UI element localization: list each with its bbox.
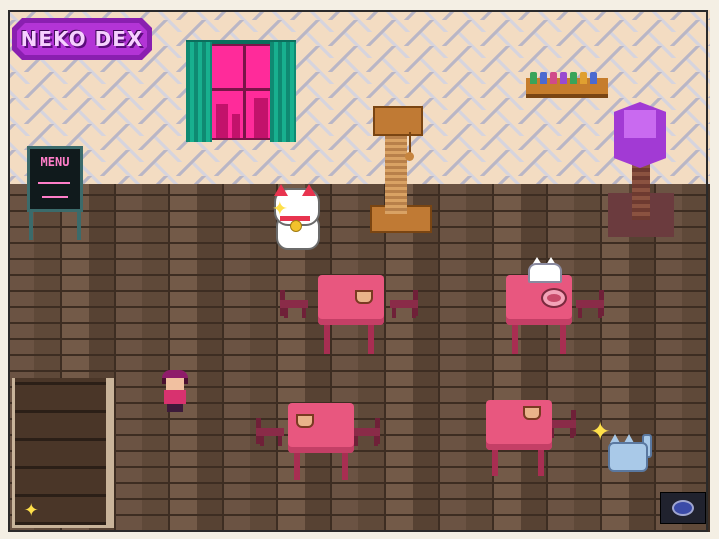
white-cat-body	[528, 263, 562, 283]
blue-cat[interactable]	[604, 428, 652, 472]
scratching-post[interactable]	[385, 132, 407, 214]
menu-board-leg	[77, 210, 81, 240]
chair	[280, 290, 308, 318]
menu-board-leg	[29, 210, 33, 240]
neko-dex-label: NEKO DEX	[20, 27, 144, 51]
neko-dex-button[interactable]: NEKO DEX	[12, 18, 152, 60]
player-legs	[167, 404, 183, 412]
chair-seat	[280, 300, 308, 308]
table[interactable]	[486, 400, 552, 450]
table[interactable]	[288, 403, 354, 453]
menu-board[interactable]: MENU	[27, 146, 83, 212]
chair-seat	[576, 300, 604, 308]
chair-leg	[578, 308, 582, 318]
chair	[548, 410, 576, 438]
sparkle-icon: ✦	[24, 494, 39, 522]
chair-leg	[598, 308, 602, 318]
bottle-icon	[530, 72, 537, 84]
bottle-icon	[580, 72, 587, 84]
chair	[256, 418, 284, 446]
window-bar	[243, 46, 246, 138]
city-building	[232, 114, 240, 138]
chair-seat	[548, 420, 576, 428]
cat-tower-pole	[632, 160, 650, 220]
chair-leg	[570, 428, 574, 438]
chair-leg	[392, 308, 396, 318]
chair-seat	[352, 428, 380, 436]
lucky-cat-ear	[302, 184, 316, 196]
bottle-icon	[540, 72, 547, 84]
chair-leg	[354, 436, 358, 446]
cat-tower-cube-face	[624, 110, 656, 138]
chair-seat	[390, 300, 418, 308]
chair-leg	[302, 308, 306, 318]
donut-icon[interactable]	[541, 288, 567, 308]
bottle-icon	[550, 72, 557, 84]
chair-leg	[260, 436, 264, 446]
food-bowl-button[interactable]	[660, 492, 706, 524]
staircase-rail	[106, 378, 114, 528]
game-scene: NEKO DEX MENU ✦ ✦ ✦	[0, 0, 719, 539]
bell-icon	[290, 220, 302, 232]
menu-board-label: MENU	[40, 155, 70, 169]
chair-leg	[284, 308, 288, 318]
city-building	[254, 98, 268, 138]
chair-leg	[412, 308, 416, 318]
chair	[576, 290, 604, 318]
food-bowl-icon	[672, 500, 694, 516]
chair	[390, 290, 418, 318]
player-face	[166, 378, 184, 390]
menu-scribble	[38, 182, 70, 184]
bottle-icon	[560, 72, 567, 84]
white-cat[interactable]	[528, 257, 562, 283]
sparkle-icon: ✦	[272, 192, 288, 222]
blue-cat-body	[608, 442, 648, 472]
toy-string	[409, 132, 411, 154]
menu-scribble	[42, 196, 68, 198]
player-character[interactable]	[160, 370, 190, 414]
chair-leg	[374, 436, 378, 446]
chair	[352, 418, 380, 446]
city-building	[216, 104, 228, 138]
coffee-cup-icon[interactable]	[296, 414, 314, 428]
table[interactable]	[318, 275, 384, 325]
neko-dex-plate: NEKO DEX	[17, 23, 147, 55]
toy-ball-icon	[405, 152, 414, 161]
right-curtain	[270, 42, 296, 142]
coffee-cup-icon[interactable]	[523, 406, 541, 420]
bottle-icon	[570, 72, 577, 84]
scratching-post-top	[373, 106, 423, 136]
left-curtain	[186, 42, 212, 142]
bottle-icon	[590, 72, 597, 84]
chair-leg	[278, 436, 282, 446]
chair-seat	[256, 428, 284, 436]
player-shirt	[164, 390, 186, 404]
coffee-cup-icon[interactable]	[355, 290, 373, 304]
